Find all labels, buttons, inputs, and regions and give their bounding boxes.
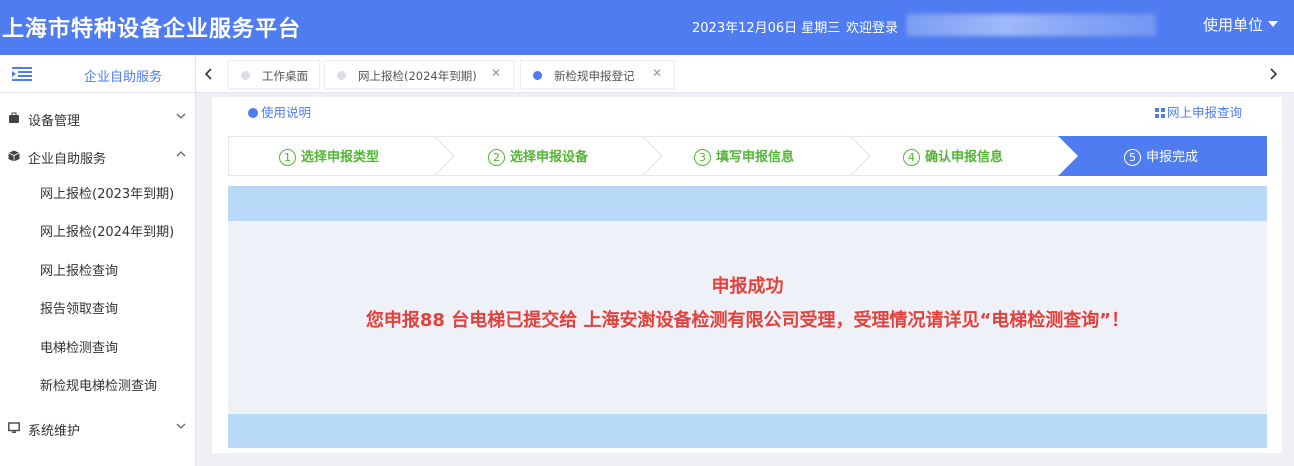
step-number: 3 xyxy=(694,149,711,166)
tab-new-registration[interactable]: 新检规申报登记 ✕ xyxy=(520,60,674,89)
step-label: 填写申报信息 xyxy=(716,150,795,165)
chevron-left-icon xyxy=(204,68,212,80)
chevron-down-icon xyxy=(176,423,186,429)
tab-active-dot xyxy=(533,71,542,80)
chat-bubble-icon xyxy=(248,108,258,118)
step-4: 4 确认申报信息 xyxy=(903,146,1003,166)
sidebar-item-inspection-2024[interactable]: 网上报检(2024年到期) xyxy=(40,221,174,240)
success-title: 申报成功 xyxy=(711,276,784,297)
sidebar-item-inspection-2023[interactable]: 网上报检(2023年到期) xyxy=(40,183,174,202)
step-wizard: 1 选择申报类型 2 选择申报设备 3 填写申报信息 4 确认申报信息 5 申报完成 xyxy=(228,136,1267,176)
caret-down-icon xyxy=(1268,21,1279,27)
sidebar-item-elevator-query[interactable]: 电梯检测查询 xyxy=(40,337,118,356)
step-number: 5 xyxy=(1124,149,1141,166)
sidebar-group-label: 设备管理 xyxy=(28,114,81,129)
redacted-username xyxy=(906,14,1156,36)
welcome-text: 欢迎登录 xyxy=(846,21,899,36)
tab-inspection-2024[interactable]: 网上报检(2024年到期) ✕ xyxy=(324,60,514,89)
tab-scroll-left-button[interactable] xyxy=(196,55,222,93)
tab-close-icon[interactable]: ✕ xyxy=(652,66,662,80)
sidebar-group-device-management[interactable]: 设备管理 xyxy=(0,103,196,133)
step-number: 4 xyxy=(903,149,920,166)
tab-label: 新检规申报登记 xyxy=(554,69,635,83)
sidebar-item-report-query[interactable]: 报告领取查询 xyxy=(40,298,118,317)
briefcase-icon xyxy=(9,112,19,123)
sidebar-header: 企业自助服务 xyxy=(0,55,195,93)
cube-icon xyxy=(8,150,20,162)
top-header: 上海市特种设备企业服务平台 2023年12月06日 星期三 欢迎登录 使用单位 xyxy=(0,0,1294,55)
sidebar-group-system[interactable]: 系统维护 xyxy=(0,413,196,443)
success-message: 您申报88 台电梯已提交给 上海安澍设备检测有限公司受理，受理情况请详见“电梯检… xyxy=(365,310,1130,331)
sidebar-item-inspection-query[interactable]: 网上报检查询 xyxy=(40,260,118,279)
online-query-label: 网上申报查询 xyxy=(1167,105,1243,120)
step-number: 1 xyxy=(279,149,296,166)
user-unit-dropdown[interactable]: 使用单位 xyxy=(1203,14,1279,35)
user-unit-label: 使用单位 xyxy=(1203,16,1264,34)
grid-icon xyxy=(1155,108,1165,118)
current-date: 2023年12月06日 星期三 xyxy=(692,21,841,36)
sidebar: 企业自助服务 设备管理 企业自助服务 网上报检(2023年到期) 网上报检(20… xyxy=(0,55,196,466)
sidebar-group-label: 企业自助服务 xyxy=(28,152,107,167)
tab-scroll-right-button[interactable] xyxy=(1260,55,1286,93)
step-2: 2 选择申报设备 xyxy=(488,146,588,166)
tab-workbench[interactable]: 工作桌面 xyxy=(228,60,320,89)
step-5: 5 申报完成 xyxy=(1124,146,1198,166)
step-3: 3 填写申报信息 xyxy=(694,146,794,166)
result-band-bottom xyxy=(228,414,1267,448)
app-title: 上海市特种设备企业服务平台 xyxy=(2,17,302,42)
step-label: 选择申报设备 xyxy=(510,150,589,165)
tab-label: 网上报检(2024年到期) xyxy=(358,69,477,83)
tab-status-dot xyxy=(241,71,250,80)
usage-guide-label: 使用说明 xyxy=(261,105,312,120)
usage-guide-link[interactable]: 使用说明 xyxy=(248,102,311,121)
menu-toggle-icon[interactable] xyxy=(12,66,32,82)
online-query-link[interactable]: 网上申报查询 xyxy=(1155,102,1242,121)
result-band-top xyxy=(228,186,1267,221)
sidebar-group-label: 系统维护 xyxy=(28,424,81,439)
tab-status-dot xyxy=(337,71,346,80)
tab-bar: 工作桌面 网上报检(2024年到期) ✕ 新检规申报登记 ✕ xyxy=(196,55,1294,93)
step-label: 确认申报信息 xyxy=(925,150,1004,165)
chevron-right-icon xyxy=(1270,68,1278,80)
step-1: 1 选择申报类型 xyxy=(279,146,379,166)
sidebar-item-new-elevator-query[interactable]: 新检规电梯检测查询 xyxy=(40,375,157,394)
step-label: 选择申报类型 xyxy=(301,150,380,165)
chevron-up-icon xyxy=(176,151,186,157)
sidebar-group-self-service[interactable]: 企业自助服务 xyxy=(0,141,196,171)
monitor-icon xyxy=(8,422,20,433)
tab-label: 工作桌面 xyxy=(262,69,308,83)
tab-close-icon[interactable]: ✕ xyxy=(491,66,501,80)
chevron-down-icon xyxy=(176,113,186,119)
step-label: 申报完成 xyxy=(1146,150,1199,165)
step-number: 2 xyxy=(488,149,505,166)
sidebar-title: 企业自助服务 xyxy=(84,70,163,85)
